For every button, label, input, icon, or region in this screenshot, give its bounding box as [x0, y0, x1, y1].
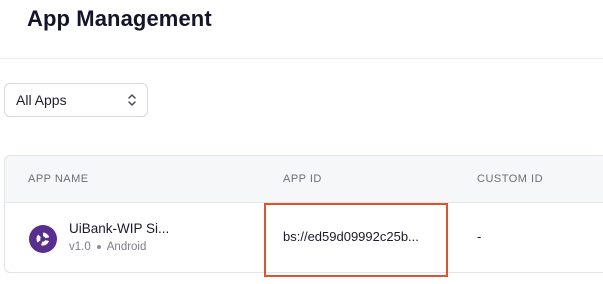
app-meta: v1.0 Android [69, 241, 146, 253]
chevron-up-down-icon [128, 94, 136, 106]
page-title: App Management [27, 6, 212, 31]
app-id-value[interactable]: bs://ed59d09992c25b... [283, 229, 419, 244]
table-header: APP NAME APP ID CUSTOM ID [5, 156, 603, 203]
custom-id-value: - [477, 229, 482, 244]
apps-table: APP NAME APP ID CUSTOM ID UiBank-WIP Si.… [4, 155, 603, 273]
app-name[interactable]: UiBank-WIP Si... [69, 221, 169, 236]
table-row[interactable]: UiBank-WIP Si... v1.0 Android bs://ed59d… [5, 203, 603, 272]
app-filter-select[interactable]: All Apps [4, 83, 148, 117]
app-filter-value: All Apps [16, 92, 67, 108]
separator-dot [96, 245, 101, 249]
column-header-app-id: APP ID [283, 173, 322, 185]
title-divider [0, 58, 603, 59]
app-logo-icon [29, 225, 57, 253]
column-header-app-name: APP NAME [28, 173, 89, 185]
app-platform: Android [106, 241, 147, 253]
app-version: v1.0 [69, 241, 91, 253]
column-header-custom-id: CUSTOM ID [477, 173, 544, 185]
